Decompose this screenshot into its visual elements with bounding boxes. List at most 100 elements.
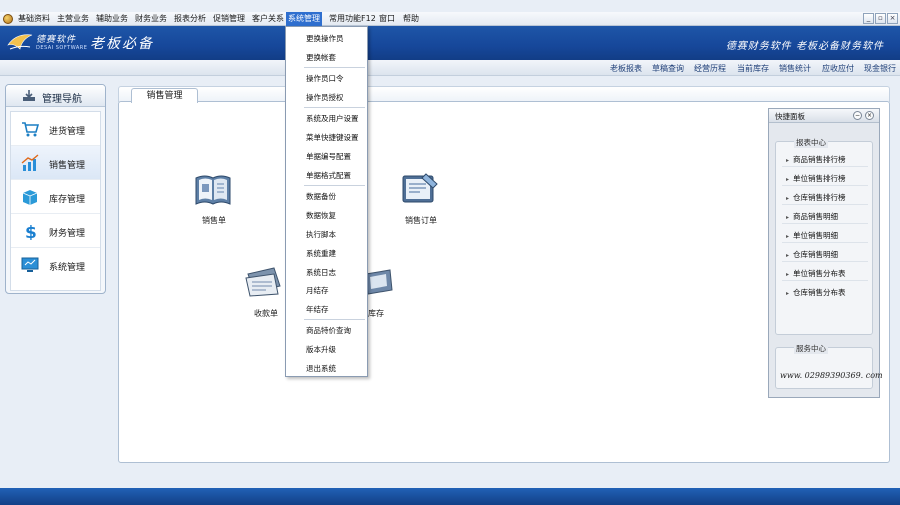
svg-text:$: $	[25, 223, 37, 240]
restore-button[interactable]: ▫	[875, 13, 886, 24]
menu-system-management[interactable]: 系统管理	[286, 12, 322, 26]
menu-data-backup[interactable]: 数据备份	[306, 191, 336, 202]
system-management-dropdown: 更换操作员 更换帐套 操作员口令 操作员授权 系统及用户设置 菜单快捷键设置 单…	[285, 26, 368, 377]
quick-link-cash-bank[interactable]: 现金银行	[864, 63, 896, 74]
menu-change-account-set[interactable]: 更换帐套	[306, 52, 336, 63]
menu-special-price-query[interactable]: 商品特价查询	[306, 325, 351, 336]
menu-shortcut-settings[interactable]: 菜单快捷键设置	[306, 132, 359, 143]
monitor-icon	[21, 257, 39, 272]
menu-version-upgrade[interactable]: 版本升级	[306, 344, 336, 355]
nav-item-sales[interactable]: 销售管理	[11, 146, 100, 180]
dollar-icon: $	[25, 223, 37, 240]
quick-panel-title: 快捷面板	[775, 112, 805, 121]
nav-item-system[interactable]: 系统管理	[11, 248, 100, 282]
sales-order-icon[interactable]	[193, 172, 233, 208]
quick-link-receivable-payable[interactable]: 应收应付	[822, 63, 854, 74]
menu-monthly-close[interactable]: 月结存	[306, 285, 329, 296]
report-warehouse-sales-detail[interactable]: 仓库销售明细	[786, 249, 838, 260]
stock-label[interactable]: 库存	[368, 308, 384, 319]
nav-item-purchase[interactable]: 进货管理	[11, 112, 100, 146]
report-warehouse-sales-distribution[interactable]: 仓库销售分布表	[786, 287, 846, 298]
menu-system-rebuild[interactable]: 系统重建	[306, 248, 336, 259]
menu-main-business[interactable]: 主营业务	[55, 12, 91, 26]
nav-item-label: 进货管理	[49, 127, 86, 137]
minimize-button[interactable]: _	[863, 13, 874, 24]
menu-system-user-settings[interactable]: 系统及用户设置	[306, 113, 359, 124]
nav-item-label: 系统管理	[49, 263, 86, 273]
tab-sales-management[interactable]: 销售管理	[131, 88, 198, 103]
menu-yearly-close[interactable]: 年结存	[306, 304, 329, 315]
report-unit-sales-distribution[interactable]: 单位销售分布表	[786, 268, 846, 279]
nav-item-finance[interactable]: $ 财务管理	[11, 214, 100, 248]
nav-item-label: 财务管理	[49, 229, 86, 239]
report-divider	[782, 223, 868, 224]
desai-logo-icon	[7, 34, 33, 50]
quick-link-business-history[interactable]: 经营历程	[694, 63, 726, 74]
quick-nav-bar: 老板报表 草稿查询 经营历程 当前库存 销售统计 应收应付 现金银行	[0, 60, 900, 76]
menu-common-functions[interactable]: 常用功能F12	[327, 12, 378, 26]
nav-item-inventory[interactable]: 库存管理	[11, 180, 100, 214]
menu-exit-system[interactable]: 退出系统	[306, 363, 336, 374]
menu-basic-data[interactable]: 基础资料	[16, 12, 52, 26]
service-center-legend: 服务中心	[794, 343, 828, 354]
menu-bar: 基础资料 主营业务 辅助业务 财务业务 报表分析 促销管理 客户关系 系统管理 …	[0, 12, 900, 26]
report-product-sales-detail[interactable]: 商品销售明细	[786, 211, 838, 222]
window-controls: _ ▫ ×	[863, 13, 898, 24]
menu-change-operator[interactable]: 更换操作员	[306, 33, 344, 44]
menu-report-analysis[interactable]: 报表分析	[172, 12, 208, 26]
banner-title: 老板必备	[90, 36, 154, 52]
quick-link-current-stock[interactable]: 当前库存	[737, 63, 769, 74]
quick-link-sales-stats[interactable]: 销售统计	[779, 63, 811, 74]
nav-header: 管理导航	[6, 85, 105, 107]
quick-panel: 快捷面板 − × 报表中心 商品销售排行榜 单位销售排行榜 仓库销售排行榜 商品…	[768, 108, 883, 398]
sales-order-label[interactable]: 销售单	[202, 215, 226, 226]
close-icon[interactable]: ×	[865, 111, 874, 120]
report-divider	[782, 242, 868, 243]
tab-strip	[118, 86, 890, 102]
menu-operator-authorization[interactable]: 操作员授权	[306, 92, 344, 103]
menu-separator	[304, 185, 365, 186]
menu-data-restore[interactable]: 数据恢复	[306, 210, 336, 221]
menu-document-number-config[interactable]: 单据编号配置	[306, 151, 351, 162]
menu-separator	[304, 67, 365, 68]
menu-customer-relation[interactable]: 客户关系	[250, 12, 286, 26]
menu-separator	[304, 319, 365, 320]
download-tray-icon	[23, 90, 35, 101]
report-divider	[782, 280, 868, 281]
collapse-icon[interactable]: −	[853, 111, 862, 120]
menu-window[interactable]: 窗口	[377, 12, 397, 26]
sales-booking-icon[interactable]	[400, 170, 440, 206]
service-center-box: 服务中心 www. 02989390369. com	[775, 343, 883, 389]
app-icon[interactable]	[3, 14, 13, 24]
nav-list: 进货管理 销售管理 库存管理 $ 财务管理 系统管理	[10, 111, 101, 291]
menu-help[interactable]: 帮助	[401, 12, 421, 26]
report-divider	[782, 261, 868, 262]
shopping-cart-icon	[22, 122, 39, 137]
box-icon	[22, 190, 38, 205]
report-unit-sales-ranking[interactable]: 单位销售排行榜	[786, 173, 846, 184]
report-product-sales-ranking[interactable]: 商品销售排行榜	[786, 154, 846, 165]
menu-run-script[interactable]: 执行脚本	[306, 229, 336, 240]
quick-link-boss-report[interactable]: 老板报表	[610, 63, 642, 74]
bar-chart-icon	[21, 154, 39, 171]
receipt-label[interactable]: 收款单	[254, 308, 278, 319]
nav-title: 管理导航	[42, 94, 82, 105]
report-unit-sales-detail[interactable]: 单位销售明细	[786, 230, 838, 241]
header-banner: 德赛软件 DESAI SOFTWARE 老板必备 德赛财务软件 老板必备财务软件	[0, 26, 900, 60]
logo-chinese-text: 德赛软件	[36, 35, 77, 45]
menu-document-format-config[interactable]: 单据格式配置	[306, 170, 351, 181]
report-warehouse-sales-ranking[interactable]: 仓库销售排行榜	[786, 192, 846, 203]
receipt-icon[interactable]	[244, 264, 284, 300]
menu-finance-business[interactable]: 财务业务	[133, 12, 169, 26]
report-center-box: 报表中心 商品销售排行榜 单位销售排行榜 仓库销售排行榜 商品销售明细 单位销售…	[775, 137, 873, 335]
menu-aux-business[interactable]: 辅助业务	[94, 12, 130, 26]
service-website[interactable]: www. 02989390369. com	[780, 371, 883, 380]
menu-system-log[interactable]: 系统日志	[306, 267, 336, 278]
menu-operator-password[interactable]: 操作员口令	[306, 73, 344, 84]
management-nav-panel: 管理导航 进货管理 销售管理 库存管理 $ 财务管理 系统管理	[5, 84, 106, 294]
menu-promotion[interactable]: 促销管理	[211, 12, 247, 26]
sales-booking-label[interactable]: 销售订单	[405, 215, 437, 226]
report-divider	[782, 185, 868, 186]
close-button[interactable]: ×	[887, 13, 898, 24]
quick-link-draft-query[interactable]: 草稿查询	[652, 63, 684, 74]
